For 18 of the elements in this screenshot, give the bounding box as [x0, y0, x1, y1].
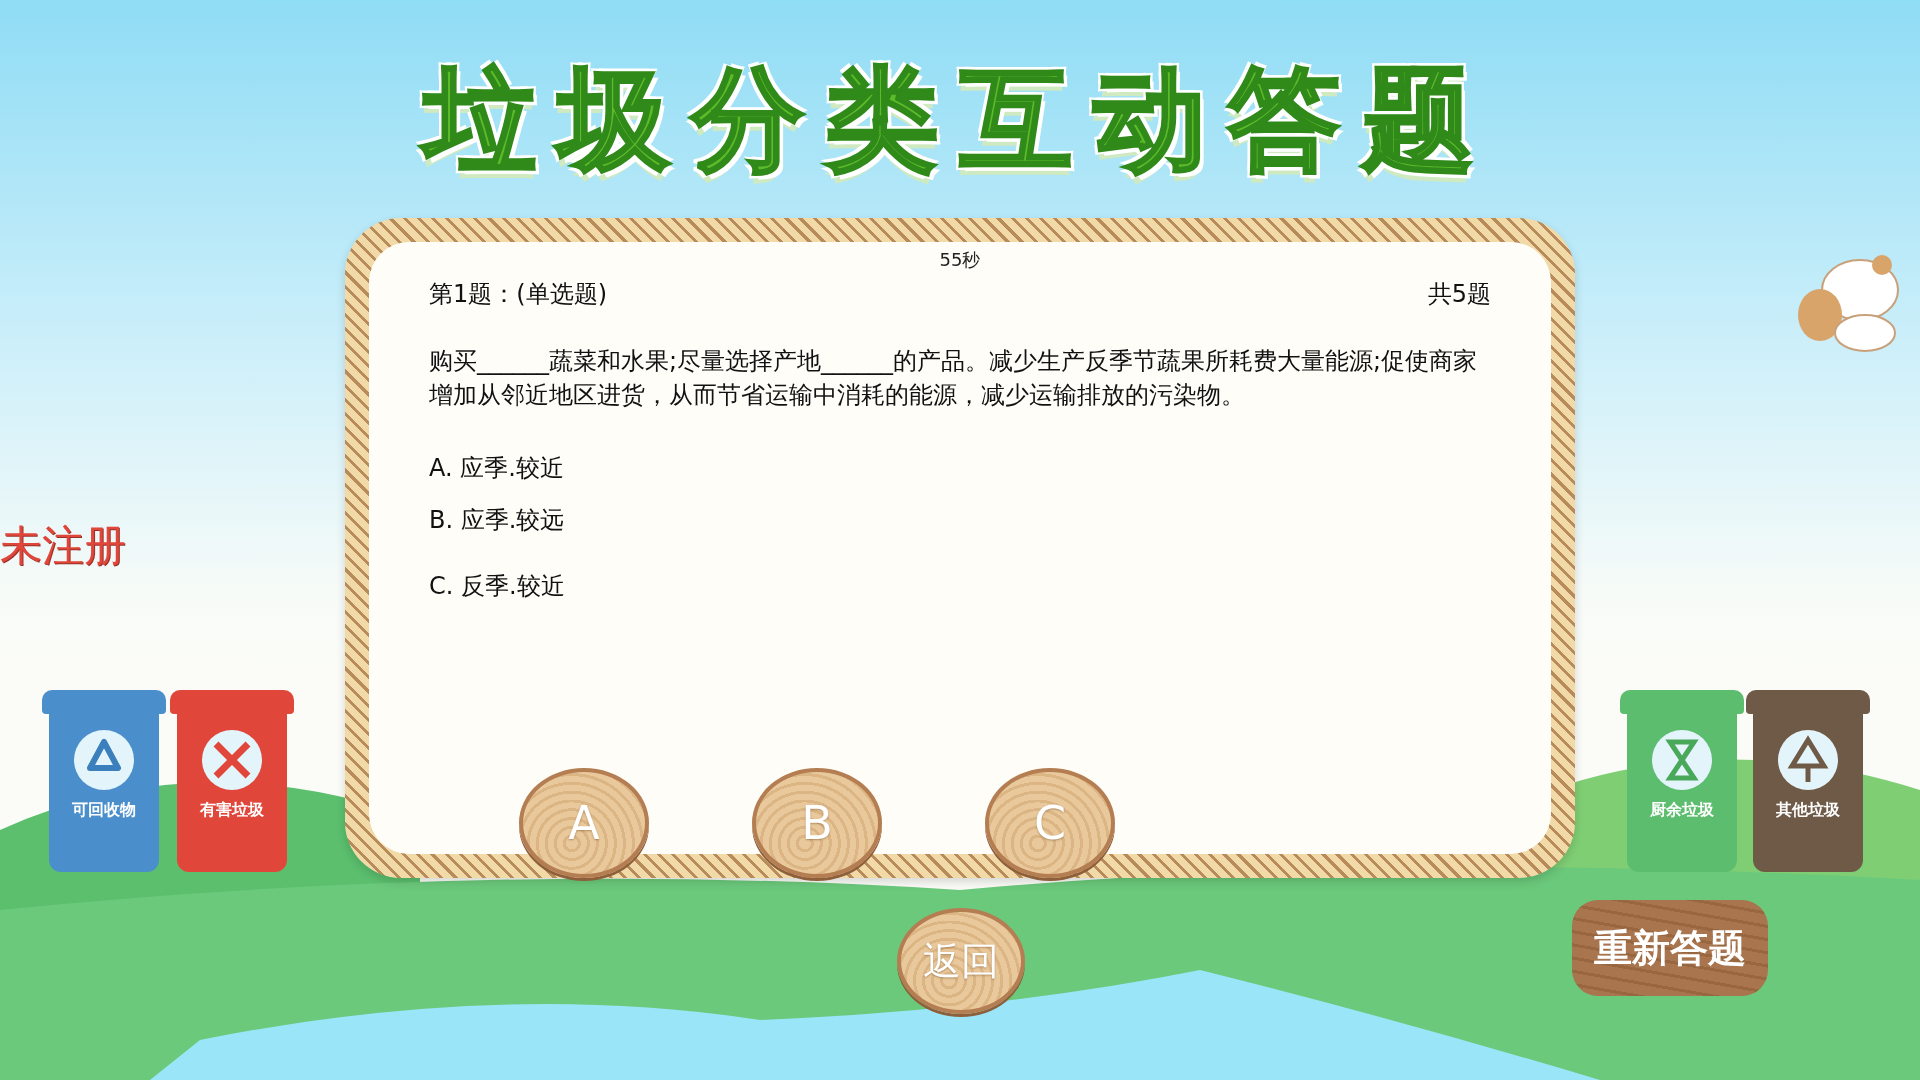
trash-bin: 有害垃圾 — [177, 714, 287, 872]
answer-button[interactable]: C — [985, 768, 1115, 879]
question-number: 第1题：(单选题) — [429, 279, 607, 311]
question-total: 共5题 — [1427, 279, 1491, 311]
answer-option: C. 反季.较近 — [429, 570, 1491, 603]
question-text: 购买______蔬菜和水果;尽量选择产地______的产品。减少生产反季节蔬果所耗费大量能源;促使商家增加从邻近地区进货，从而节省运输中消耗的能源，减少运输排放的污染物。 — [429, 346, 1479, 412]
cross-icon — [200, 728, 264, 792]
restart-sign[interactable]: 重新答题 — [1572, 900, 1768, 996]
answer-option: B. 应季.较远 — [429, 504, 1491, 537]
hourglass-icon — [1650, 728, 1714, 792]
answer-button[interactable]: B — [752, 768, 882, 879]
trash-bin: 厨余垃圾 — [1627, 714, 1737, 872]
trash-bin: 可回收物 — [49, 714, 159, 872]
registration-status: 未注册 — [0, 520, 126, 572]
answer-option: A. 应季.较近 — [429, 452, 1491, 485]
answer-button[interactable]: A — [519, 768, 649, 879]
countdown-timer: 55秒 — [939, 248, 981, 273]
trash-bin: 其他垃圾 — [1753, 714, 1863, 872]
